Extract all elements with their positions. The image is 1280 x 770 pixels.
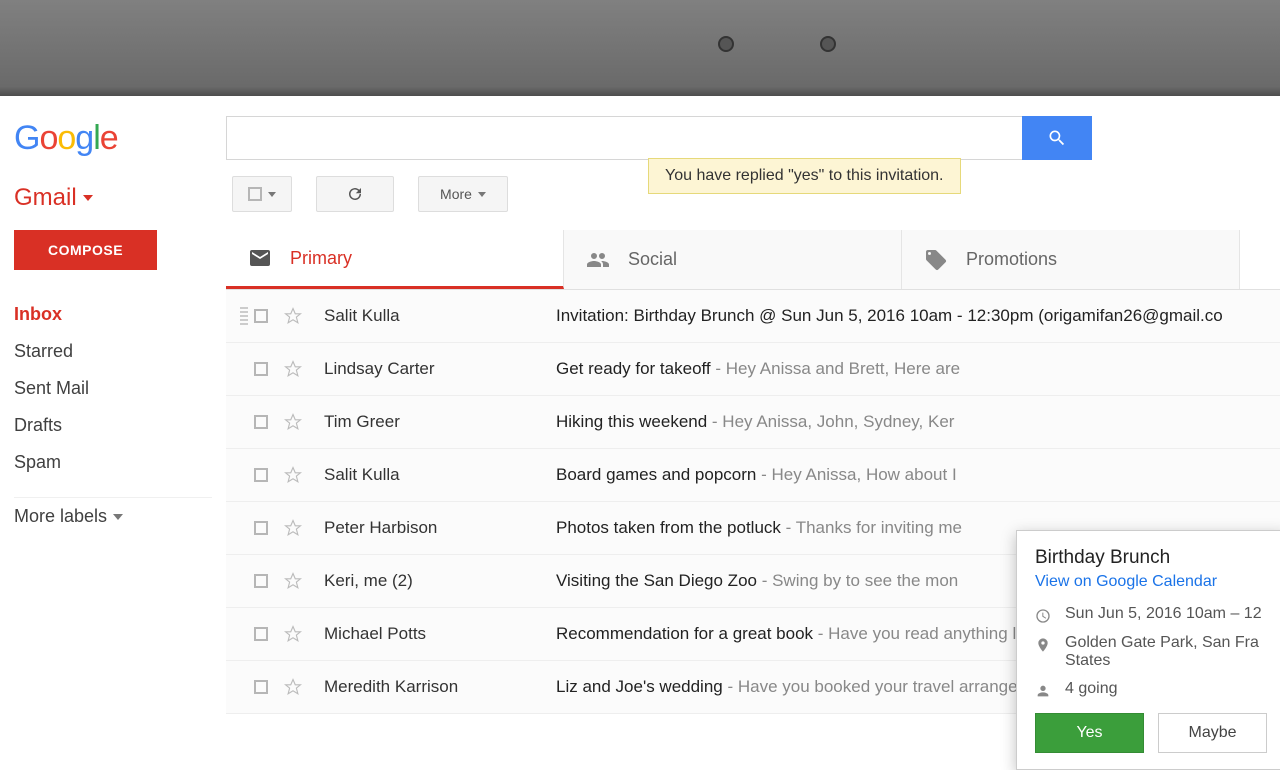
star-button[interactable] [284,413,302,431]
row-checkbox[interactable] [254,680,268,694]
caret-down-icon [83,195,93,201]
sidebar-item-inbox[interactable]: Inbox [14,296,212,333]
email-subject-line: Invitation: Birthday Brunch @ Sun Jun 5,… [556,306,1223,326]
tab-social[interactable]: Social [564,230,902,289]
email-sender: Meredith Karrison [324,677,556,697]
email-subject-line: Photos taken from the potluck - Thanks f… [556,518,962,538]
event-attendees: 4 going [1065,680,1118,698]
tab-promotions[interactable]: Promotions [902,230,1240,289]
row-checkbox[interactable] [254,415,268,429]
email-row[interactable]: Tim GreerHiking this weekend - Hey Aniss… [226,396,1280,449]
content-area: More PrimarySocialPromotions Salit Kulla… [226,168,1280,720]
row-checkbox[interactable] [254,362,268,376]
camera-dot [820,36,836,52]
row-checkbox[interactable] [254,309,268,323]
star-button[interactable] [284,519,302,537]
row-checkbox[interactable] [254,468,268,482]
refresh-button[interactable] [316,176,394,212]
calendar-invite-card: Birthday Brunch View on Google Calendar … [1016,530,1280,770]
social-icon [586,248,610,272]
google-logo[interactable]: G o o g l e [14,119,118,158]
more-labels-dropdown[interactable]: More labels [14,497,212,535]
sidebar-item-spam[interactable]: Spam [14,444,212,481]
email-sender: Salit Kulla [324,465,556,485]
checkbox-icon [248,187,262,201]
email-sender: Lindsay Carter [324,359,556,379]
event-location: Golden Gate Park, San Fra States [1065,634,1267,670]
email-sender: Tim Greer [324,412,556,432]
toast-notification: You have replied "yes" to this invitatio… [648,158,961,194]
email-row[interactable]: Salit KullaBoard games and popcorn - Hey… [226,449,1280,502]
star-button[interactable] [284,307,302,325]
location-pin-icon [1035,637,1051,653]
email-subject-line: Get ready for takeoff - Hey Anissa and B… [556,359,960,379]
tab-primary[interactable]: Primary [226,230,564,289]
email-row[interactable]: Salit KullaInvitation: Birthday Brunch @… [226,290,1280,343]
star-button[interactable] [284,360,302,378]
rsvp-maybe-button[interactable]: Maybe [1158,713,1267,753]
gmail-dropdown[interactable]: Gmail [14,184,212,212]
email-sender: Salit Kulla [324,306,556,326]
search-icon [1047,128,1067,148]
star-button[interactable] [284,678,302,696]
clock-icon [1035,608,1051,624]
star-button[interactable] [284,572,302,590]
star-button[interactable] [284,625,302,643]
sidebar-item-drafts[interactable]: Drafts [14,407,212,444]
refresh-icon [346,185,364,203]
promotions-icon [924,248,948,272]
search-input[interactable] [226,116,1022,160]
event-title: Birthday Brunch [1035,547,1267,569]
row-checkbox[interactable] [254,521,268,535]
email-subject-line: Visiting the San Diego Zoo - Swing by to… [556,571,958,591]
email-row[interactable]: Lindsay CarterGet ready for takeoff - He… [226,343,1280,396]
row-checkbox[interactable] [254,627,268,641]
email-sender: Keri, me (2) [324,571,556,591]
caret-down-icon [268,192,276,197]
camera-dot [718,36,734,52]
sidebar: Gmail COMPOSE InboxStarredSent MailDraft… [0,168,226,720]
select-all-dropdown[interactable] [232,176,292,212]
sidebar-item-sent-mail[interactable]: Sent Mail [14,370,212,407]
event-time: Sun Jun 5, 2016 10am – 12 [1065,605,1262,623]
email-subject-line: Hiking this weekend - Hey Anissa, John, … [556,412,954,432]
laptop-bezel [0,0,1280,96]
search-button[interactable] [1022,116,1092,160]
header: G o o g l e [0,96,1280,168]
caret-down-icon [113,514,123,520]
email-sender: Michael Potts [324,624,556,644]
star-button[interactable] [284,466,302,484]
rsvp-yes-button[interactable]: Yes [1035,713,1144,753]
more-dropdown[interactable]: More [418,176,508,212]
sidebar-item-starred[interactable]: Starred [14,333,212,370]
drag-handle-icon [240,307,248,325]
compose-button[interactable]: COMPOSE [14,230,157,270]
primary-icon [248,246,272,270]
email-sender: Peter Harbison [324,518,556,538]
caret-down-icon [478,192,486,197]
person-icon [1035,683,1051,699]
email-subject-line: Board games and popcorn - Hey Anissa, Ho… [556,465,957,485]
view-calendar-link[interactable]: View on Google Calendar [1035,573,1267,591]
row-checkbox[interactable] [254,574,268,588]
